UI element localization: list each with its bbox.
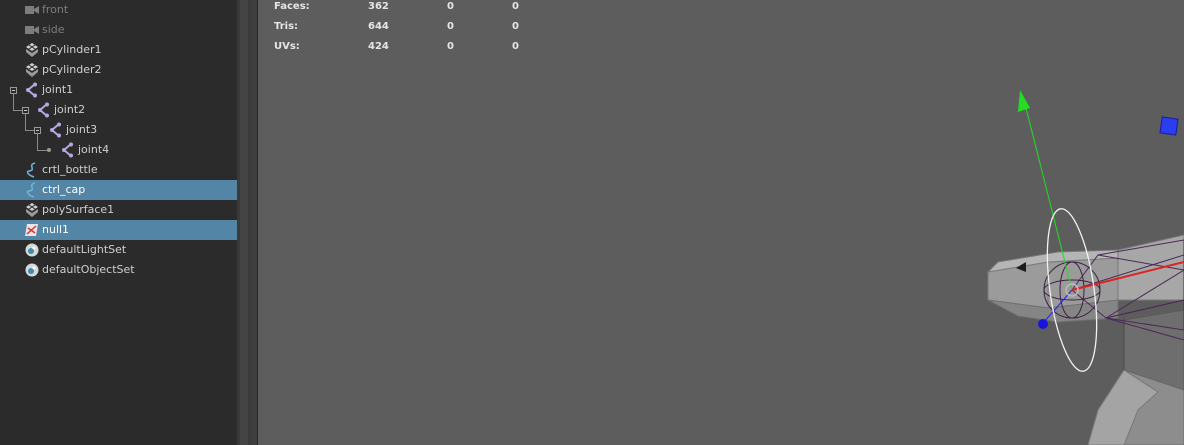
outliner-item-defaultLightSet[interactable]: defaultLightSet xyxy=(0,240,237,260)
panel-divider[interactable] xyxy=(251,0,258,445)
outliner-item-label: defaultObjectSet xyxy=(42,263,135,276)
curve-icon xyxy=(24,162,40,178)
camera-icon xyxy=(24,22,40,38)
tree-line xyxy=(13,110,22,111)
joint-icon xyxy=(60,142,76,158)
outliner-item-ctrl_cap[interactable]: ctrl_cap xyxy=(0,180,237,200)
tree-line xyxy=(13,93,14,110)
viewport-3d[interactable]: Faces: 362 0 0 Tris: 644 0 0 UVs: 424 0 0 xyxy=(258,0,1184,445)
outliner-item-joint4[interactable]: joint4 xyxy=(0,140,237,160)
outliner-scrollbar[interactable] xyxy=(237,0,251,445)
y-axis-arrow-icon[interactable] xyxy=(1018,90,1030,112)
outliner-item-joint1[interactable]: joint1 xyxy=(0,80,237,100)
mesh-icon xyxy=(24,202,40,218)
z-axis-handle-icon[interactable] xyxy=(1038,319,1048,329)
outliner-item-label: joint4 xyxy=(78,143,110,156)
outliner-item-polySurface1[interactable]: polySurface1 xyxy=(0,200,237,220)
viewport-scene[interactable] xyxy=(258,0,1184,445)
mesh-icon xyxy=(24,62,40,78)
expand-toggle[interactable] xyxy=(10,87,17,94)
outliner-item-side[interactable]: side xyxy=(0,20,237,40)
outliner-item-label: defaultLightSet xyxy=(42,243,127,256)
outliner-item-label: crtl_bottle xyxy=(42,163,98,176)
expand-toggle[interactable] xyxy=(34,127,41,134)
outliner-item-label: ctrl_cap xyxy=(42,183,86,196)
tree-leaf-dot xyxy=(47,148,51,152)
curve-icon xyxy=(24,182,40,198)
outliner-item-label: side xyxy=(42,23,65,36)
outliner-item-pCylinder1[interactable]: pCylinder1 xyxy=(0,40,237,60)
outliner-item-pCylinder2[interactable]: pCylinder2 xyxy=(0,60,237,80)
object-set-icon xyxy=(24,262,40,278)
object-set-icon xyxy=(24,242,40,258)
joint-icon xyxy=(48,122,64,138)
outliner-item-label: pCylinder1 xyxy=(42,43,102,56)
outliner-item-joint2[interactable]: joint2 xyxy=(0,100,237,120)
tree-line xyxy=(37,133,38,150)
expand-toggle[interactable] xyxy=(22,107,29,114)
joint-icon xyxy=(36,102,52,118)
scrollbar-gutter[interactable] xyxy=(240,0,248,445)
outliner-item-label: joint2 xyxy=(54,103,86,116)
outliner-panel: front side pCylinder1 pCylinder2 joint1 joint… xyxy=(0,0,237,445)
outliner-item-label: joint3 xyxy=(66,123,98,136)
outliner-item-defaultObjectSet[interactable]: defaultObjectSet xyxy=(0,260,237,280)
joint-icon xyxy=(24,82,40,98)
x-axis-handle-icon[interactable] xyxy=(1159,116,1179,136)
outliner-item-label: front xyxy=(42,3,69,16)
outliner-item-crtl_bottle[interactable]: crtl_bottle xyxy=(0,160,237,180)
outliner-item-label: null1 xyxy=(42,223,70,236)
mesh-geometry[interactable] xyxy=(986,234,1184,445)
outliner-item-label: polySurface1 xyxy=(42,203,115,216)
locator-icon xyxy=(24,222,40,238)
outliner-item-front[interactable]: front xyxy=(0,0,237,20)
outliner-item-null1[interactable]: null1 xyxy=(0,220,237,240)
outliner-item-label: pCylinder2 xyxy=(42,63,102,76)
tree-line xyxy=(25,113,26,130)
outliner-item-label: joint1 xyxy=(42,83,74,96)
tree-line xyxy=(25,130,34,131)
camera-icon xyxy=(24,2,40,18)
mesh-icon xyxy=(24,42,40,58)
